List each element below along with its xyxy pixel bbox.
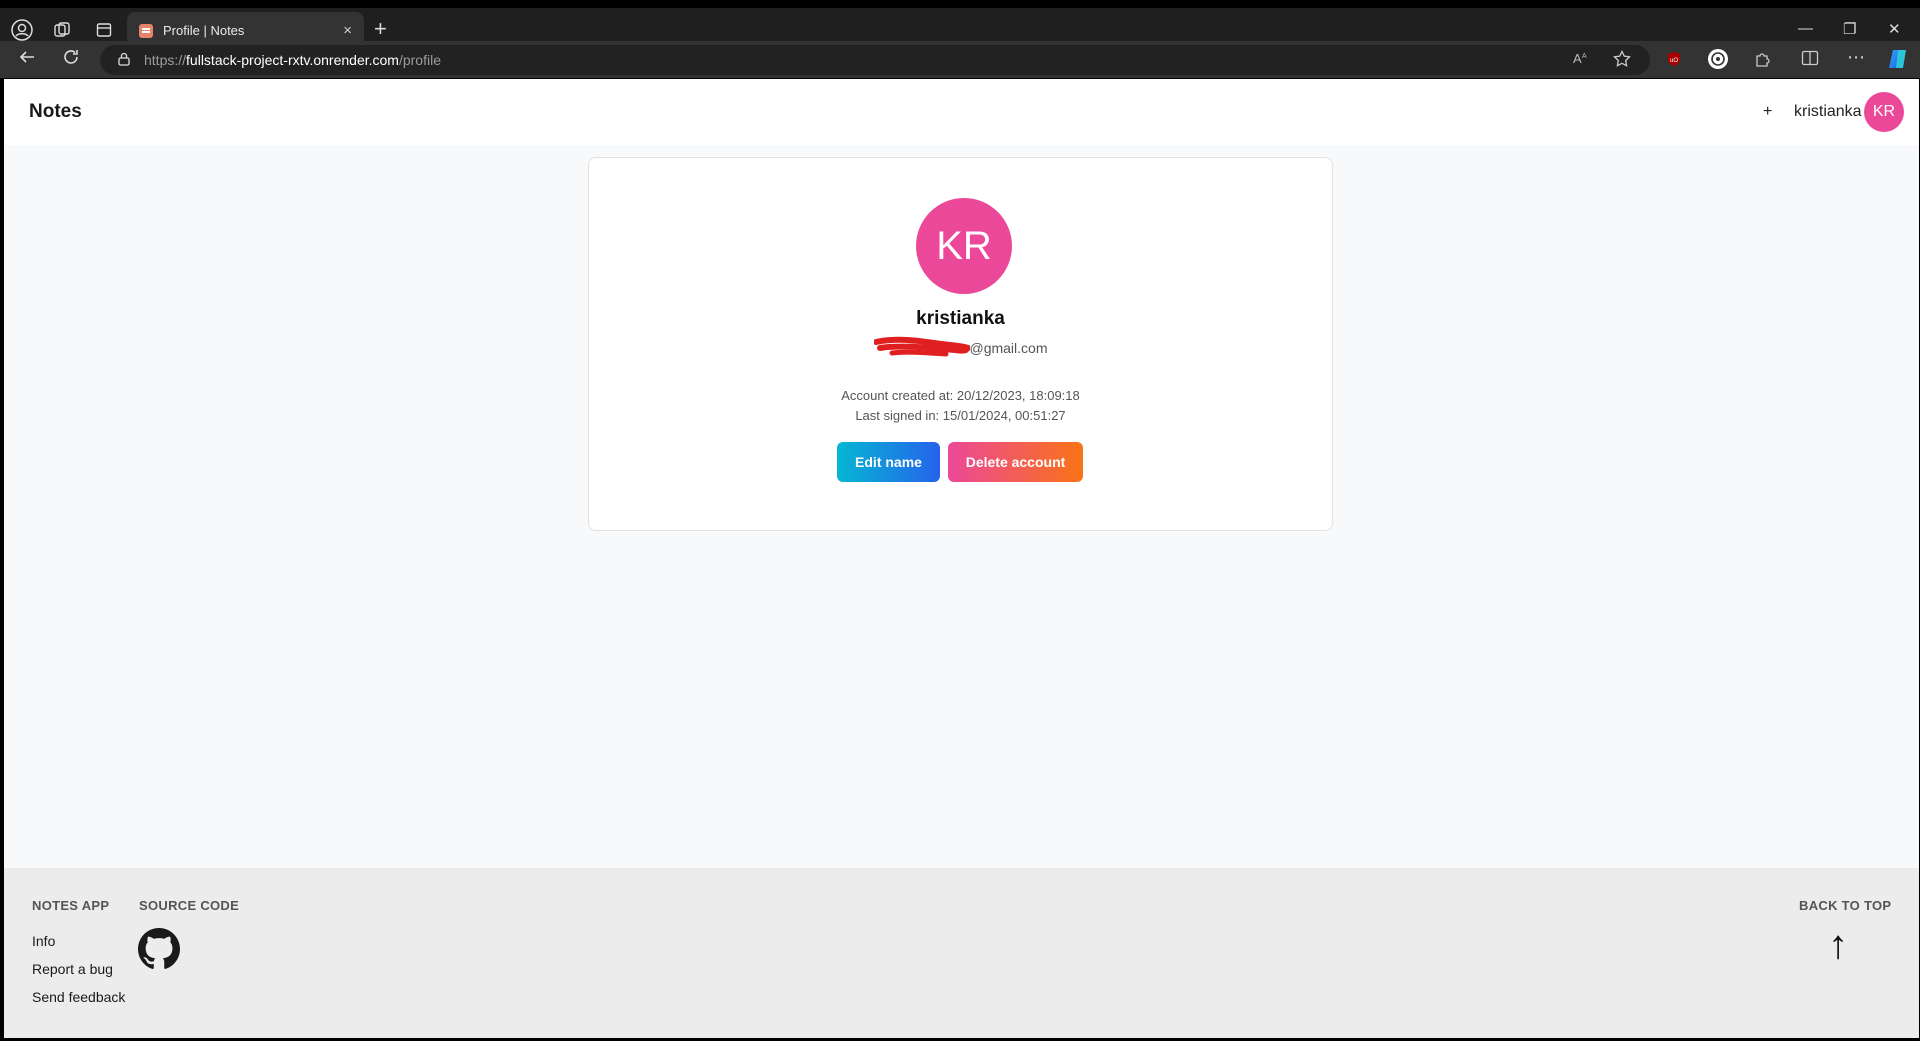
info-link[interactable]: Info: [32, 933, 55, 949]
read-aloud-icon[interactable]: AA: [1573, 50, 1591, 71]
workspaces-icon[interactable]: [49, 17, 75, 43]
delete-account-button[interactable]: Delete account: [948, 442, 1083, 482]
extension-circle-icon[interactable]: [1707, 48, 1729, 75]
app-header: Notes + kristianka KR: [4, 79, 1919, 145]
notes-favicon-icon: [139, 23, 153, 38]
back-to-top-arrow-icon[interactable]: ↑: [1828, 923, 1848, 968]
page-viewport: Notes + kristianka KR KR kristianka @gma…: [4, 79, 1919, 1038]
url-protocol: https://: [144, 52, 187, 68]
profile-avatar: KR: [916, 198, 1012, 294]
refresh-icon[interactable]: [62, 48, 80, 71]
ublock-extension-icon[interactable]: uO: [1666, 51, 1682, 72]
browser-window: Profile | Notes × + — ❐ ✕ https://fullst…: [0, 0, 1920, 1041]
copilot-icon[interactable]: [1886, 47, 1910, 76]
last-signed-in: Last signed in: 15/01/2024, 00:51:27: [855, 408, 1066, 423]
send-feedback-link[interactable]: Send feedback: [32, 989, 125, 1005]
notes-app-heading: NOTES APP: [32, 898, 110, 913]
url-host: fullstack-project-rxtv.onrender.com: [186, 52, 399, 68]
restore-button[interactable]: ❐: [1843, 20, 1856, 38]
back-to-top-heading: BACK TO TOP: [1799, 898, 1892, 913]
header-username[interactable]: kristianka: [1794, 103, 1862, 121]
add-note-button[interactable]: +: [1763, 103, 1772, 121]
page-footer: NOTES APP SOURCE CODE BACK TO TOP Info R…: [4, 868, 1919, 1038]
lock-icon: [118, 52, 130, 69]
profile-icon[interactable]: [9, 17, 35, 43]
brand-logo[interactable]: Notes: [29, 101, 82, 123]
email-domain: @gmail.com: [969, 340, 1048, 356]
source-code-heading: SOURCE CODE: [139, 898, 240, 913]
back-arrow-icon[interactable]: [18, 48, 36, 71]
profile-card: KR kristianka @gmail.com Account created…: [588, 157, 1333, 531]
url-path: /profile: [398, 52, 441, 68]
header-avatar[interactable]: KR: [1864, 92, 1904, 132]
split-screen-icon[interactable]: [1801, 50, 1819, 71]
svg-text:A: A: [1573, 51, 1582, 66]
favorite-star-icon[interactable]: [1613, 50, 1631, 73]
vertical-tabs-icon[interactable]: [91, 17, 117, 43]
close-tab-icon[interactable]: ×: [343, 22, 352, 39]
address-bar[interactable]: https://fullstack-project-rxtv.onrender.…: [100, 45, 1650, 75]
svg-text:A: A: [1582, 53, 1587, 60]
svg-text:uO: uO: [1670, 58, 1678, 64]
report-bug-link[interactable]: Report a bug: [32, 961, 113, 977]
tab-title: Profile | Notes: [163, 23, 245, 38]
edit-name-button[interactable]: Edit name: [837, 442, 940, 482]
minimize-button[interactable]: —: [1798, 20, 1813, 37]
redaction-scribble: [874, 336, 970, 357]
account-created: Account created at: 20/12/2023, 18:09:18: [841, 388, 1080, 403]
close-window-button[interactable]: ✕: [1888, 20, 1901, 38]
profile-name: kristianka: [916, 308, 1005, 329]
more-options-icon[interactable]: ⋯: [1847, 47, 1865, 68]
github-icon[interactable]: [138, 928, 180, 970]
new-tab-button[interactable]: +: [374, 18, 387, 40]
extensions-puzzle-icon[interactable]: [1754, 50, 1772, 73]
navigation-bar: https://fullstack-project-rxtv.onrender.…: [0, 41, 1920, 78]
